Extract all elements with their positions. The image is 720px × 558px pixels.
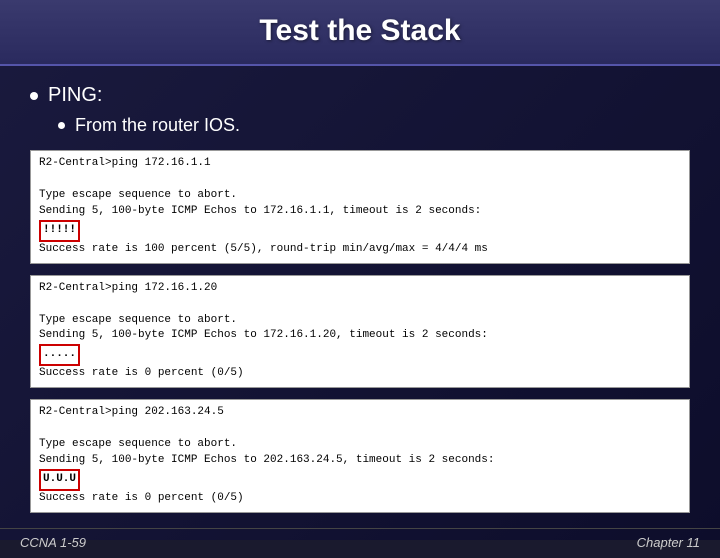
- terminal-2-line-5: .....: [39, 344, 681, 366]
- terminal-3-line-4: Sending 5, 100-byte ICMP Echos to 202.16…: [39, 453, 681, 469]
- slide-footer: CCNA 1-59 Chapter 11: [0, 528, 720, 558]
- bullet-dot: [30, 92, 38, 100]
- terminal-2-line-1: R2-Central>ping 172.16.1.20: [39, 281, 681, 297]
- terminal-block-3: R2-Central>ping 202.163.24.5 Type escape…: [30, 399, 690, 513]
- terminal-2-line-4: Sending 5, 100-byte ICMP Echos to 172.16…: [39, 328, 681, 344]
- slide-body: PING: From the router IOS. R2-Central>pi…: [0, 66, 720, 528]
- bullet-main-text: PING:: [48, 84, 102, 107]
- terminal-block-2: R2-Central>ping 172.16.1.20 Type escape …: [30, 275, 690, 389]
- bullet-sub-text: From the router IOS.: [75, 115, 240, 136]
- terminal-2-highlight: .....: [39, 344, 80, 366]
- terminal-3-line-5: U.U.U: [39, 469, 681, 491]
- terminal-2-line-3: Type escape sequence to abort.: [39, 313, 681, 329]
- footer-right: Chapter 11: [637, 535, 700, 550]
- terminal-1-highlight: !!!!!: [39, 220, 80, 242]
- bullet-sub: From the router IOS.: [58, 115, 690, 136]
- bullet-sub-dot: [58, 122, 65, 129]
- terminal-3-line-2: [39, 421, 681, 437]
- terminal-1-line-5: !!!!!: [39, 220, 681, 242]
- slide-header: Test the Stack: [0, 0, 720, 66]
- terminal-2-line-6: Success rate is 0 percent (0/5): [39, 366, 681, 382]
- terminal-1-line-1: R2-Central>ping 172.16.1.1: [39, 156, 681, 172]
- slide: Test the Stack PING: From the router IOS…: [0, 0, 720, 540]
- terminal-3-line-6: Success rate is 0 percent (0/5): [39, 491, 681, 507]
- terminal-3-line-1: R2-Central>ping 202.163.24.5: [39, 405, 681, 421]
- slide-title: Test the Stack: [259, 14, 460, 47]
- terminal-2-line-2: [39, 297, 681, 313]
- terminal-block-1: R2-Central>ping 172.16.1.1 Type escape s…: [30, 150, 690, 264]
- terminal-3-line-3: Type escape sequence to abort.: [39, 437, 681, 453]
- terminal-3-highlight: U.U.U: [39, 469, 80, 491]
- terminal-1-line-3: Type escape sequence to abort.: [39, 188, 681, 204]
- terminal-1-line-6: Success rate is 100 percent (5/5), round…: [39, 242, 681, 258]
- terminal-1-line-4: Sending 5, 100-byte ICMP Echos to 172.16…: [39, 204, 681, 220]
- footer-left: CCNA 1-59: [20, 535, 86, 550]
- bullet-main: PING:: [30, 84, 690, 107]
- terminal-1-line-2: [39, 172, 681, 188]
